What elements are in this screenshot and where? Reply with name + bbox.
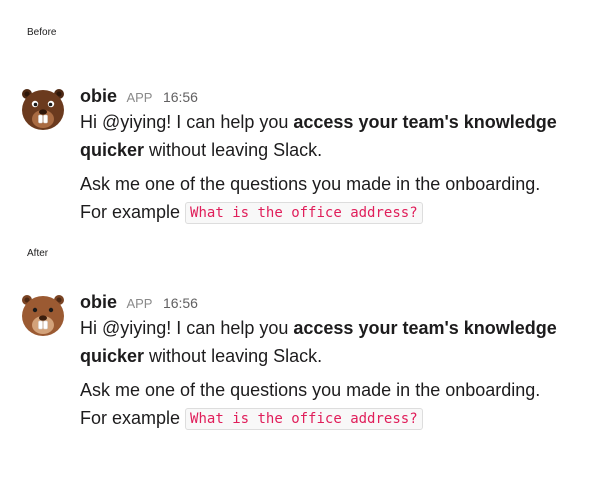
after-label: After xyxy=(27,248,49,259)
greeting-text: Hi @yiying! I can help you xyxy=(80,318,294,338)
instruction-text: Ask me one of the questions you made in … xyxy=(80,380,541,400)
beaver-avatar-after-svg xyxy=(22,295,64,336)
tail-text: without leaving Slack. xyxy=(144,140,323,160)
example-prefix: For example xyxy=(80,408,186,428)
sender-name[interactable]: obie xyxy=(80,292,117,312)
before-label: Before xyxy=(27,27,57,38)
beaver-avatar-icon[interactable] xyxy=(18,290,68,340)
beaver-avatar-before-svg xyxy=(22,89,64,130)
message-paragraph-2: Ask me one of the questions you made in … xyxy=(80,376,588,433)
example-code: What is the office address? xyxy=(185,408,423,430)
message-paragraph-2: Ask me one of the questions you made in … xyxy=(80,170,588,227)
message-timestamp[interactable]: 16:56 xyxy=(163,291,198,315)
example-code: What is the office address? xyxy=(185,202,423,224)
tail-text: without leaving Slack. xyxy=(144,346,323,366)
message-paragraph-1: Hi @yiying! I can help you access your t… xyxy=(80,314,588,370)
app-badge: APP xyxy=(126,296,153,311)
app-badge: APP xyxy=(126,90,153,105)
instruction-text: Ask me one of the questions you made in … xyxy=(80,174,541,194)
beaver-avatar-icon[interactable] xyxy=(18,84,68,134)
message-paragraph-1: Hi @yiying! I can help you access your t… xyxy=(80,108,588,164)
example-prefix: For example xyxy=(80,202,186,222)
sender-name[interactable]: obie xyxy=(80,86,117,106)
greeting-text: Hi @yiying! I can help you xyxy=(80,112,294,132)
message-timestamp[interactable]: 16:56 xyxy=(163,85,198,109)
